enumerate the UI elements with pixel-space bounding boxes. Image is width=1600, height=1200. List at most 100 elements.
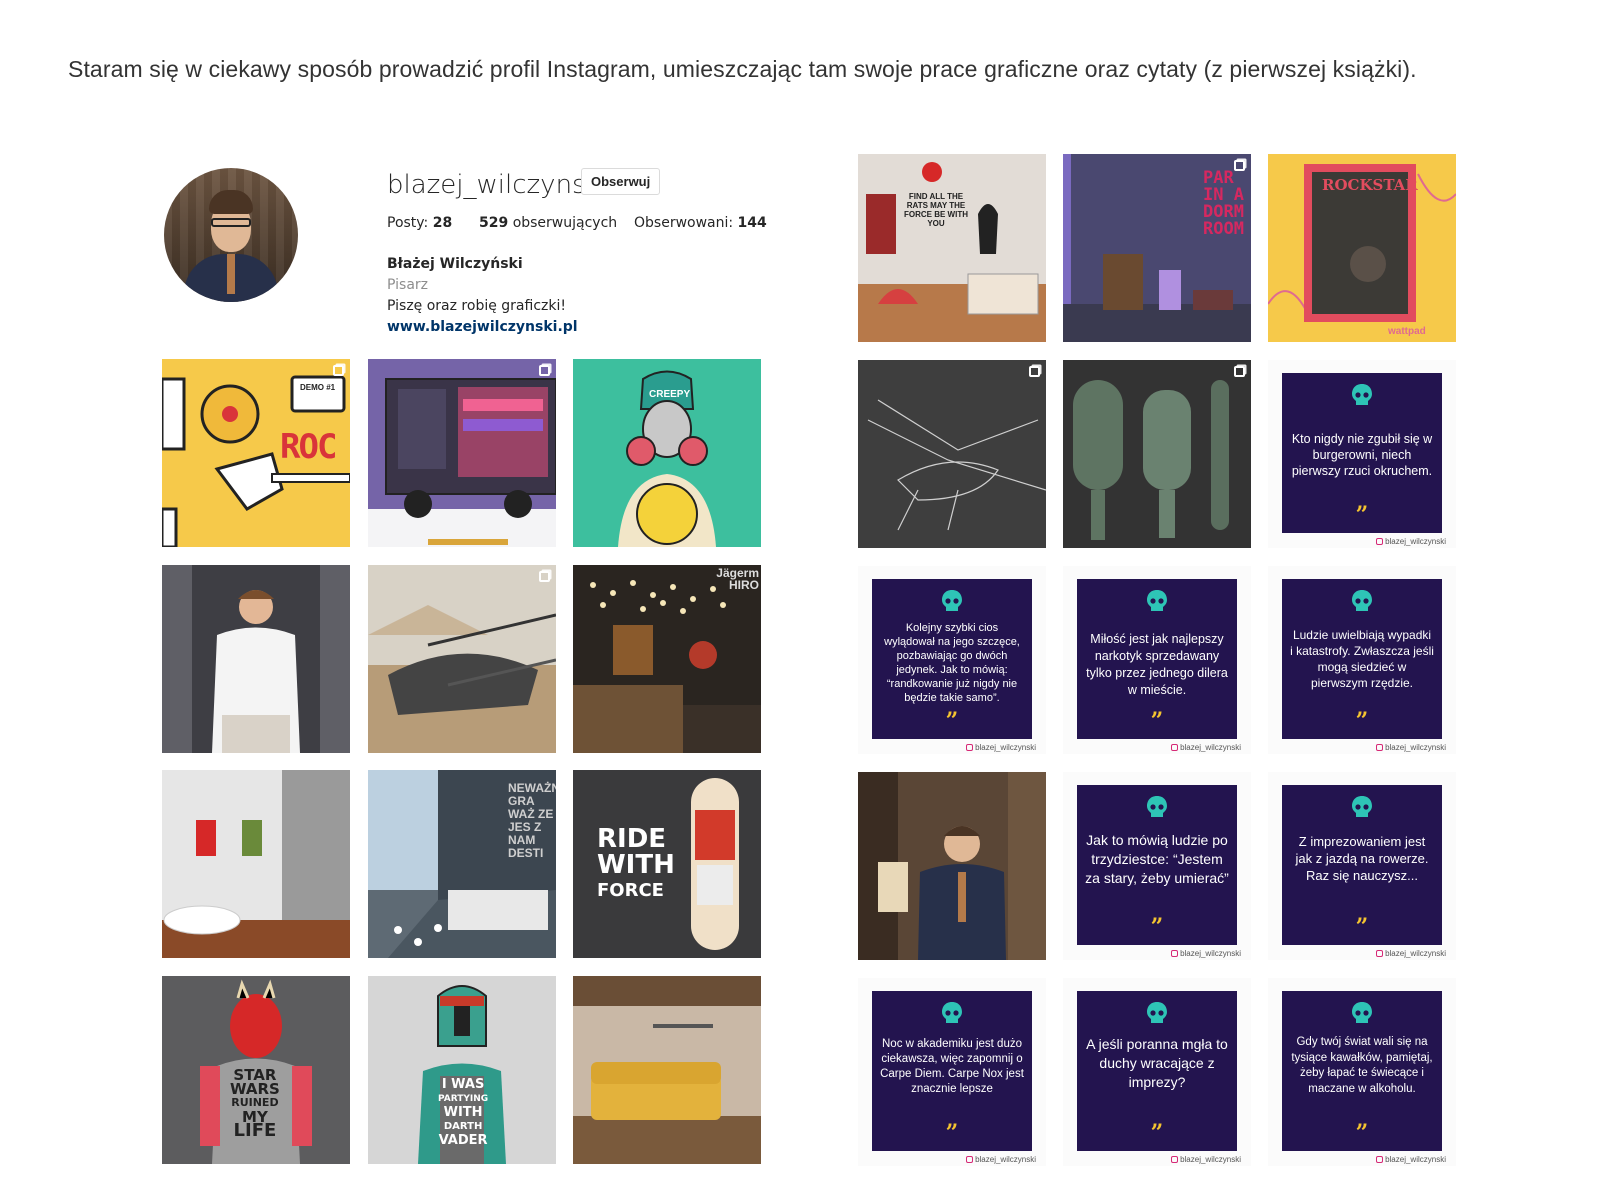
vader-label: I WAS PARTYING WITH DARTH VADER — [438, 1077, 489, 1148]
quote-card: Z imprezowaniem jest jak z jazdą na rowe… — [1282, 785, 1442, 945]
author-suit-photo — [858, 772, 1046, 960]
post-destiny-bedroom[interactable]: NEWAŻNE GRA WAŻ ZE JES Z NAM DESTI — [368, 770, 556, 958]
profile-avatar[interactable] — [164, 168, 298, 302]
instagram-icon — [1171, 744, 1179, 751]
followers-count[interactable]: 529 obserwujących — [479, 215, 617, 231]
skull-icon — [942, 1002, 962, 1023]
quote-card: Miłość jest jak najlepszy narkotyk sprze… — [1077, 579, 1237, 739]
instagram-handle: blazej_wilczynski — [1376, 1155, 1446, 1164]
quote-mark: ” — [1150, 1120, 1164, 1146]
wattpad-label: wattpad — [1388, 326, 1426, 337]
profile-username: blazej_wilczynski — [387, 170, 608, 200]
skull-icon — [1352, 384, 1372, 405]
quote-card: Kto nigdy nie zgubił się w burgerowni, n… — [1282, 373, 1442, 533]
post-rockstar-wattpad[interactable]: ROCKSTAR wattpad — [1268, 154, 1456, 342]
quote-card: Kolejny szybki cios wylądował na jego sz… — [872, 579, 1032, 739]
quote-card: Ludzie uwielbiają wypadki i katastrofy. … — [1282, 579, 1442, 739]
post-yellow-sofa[interactable] — [573, 976, 761, 1164]
quote-text: Z imprezowaniem jest jak z jazdą na rowe… — [1295, 834, 1429, 883]
ride-with-force-label: RIDE WITH FORCE — [597, 824, 675, 901]
bathroom-render — [162, 770, 350, 958]
quote-card: Gdy twój świat wali się na tysiące kawał… — [1282, 991, 1442, 1151]
skull-icon — [1352, 590, 1372, 611]
post-creepy-homer[interactable]: CREEPY — [573, 359, 761, 547]
quote-mark: ” — [1355, 1120, 1369, 1146]
instagram-icon — [1171, 1156, 1179, 1163]
post-wireframe-ship[interactable] — [858, 360, 1046, 548]
quote-post-5[interactable]: Jak to mówią ludzie po trzydziestce: “Je… — [1063, 772, 1251, 960]
post-author-suit[interactable] — [858, 772, 1046, 960]
rats-room-render — [858, 154, 1046, 342]
instagram-handle: blazej_wilczynski — [1376, 949, 1446, 958]
instagram-handle: blazej_wilczynski — [1171, 743, 1241, 752]
quote-text: Jak to mówią ludzie po trzydziestce: “Je… — [1085, 832, 1229, 886]
skull-icon — [1352, 1002, 1372, 1023]
instagram-icon — [1376, 538, 1384, 545]
skull-icon — [942, 590, 962, 611]
instagram-icon — [1376, 1156, 1384, 1163]
instagram-handle: blazej_wilczynski — [1171, 949, 1241, 958]
quote-text: Miłość jest jak najlepszy narkotyk sprze… — [1086, 632, 1228, 697]
quote-card: A jeśli poranna mgła to duchy wracające … — [1077, 991, 1237, 1151]
quote-text: Ludzie uwielbiają wypadki i katastrofy. … — [1290, 628, 1434, 690]
multi-photo-icon — [333, 365, 344, 376]
instagram-handle: blazej_wilczynski — [966, 1155, 1036, 1164]
post-ride-with-force[interactable]: RIDE WITH FORCE — [573, 770, 761, 958]
post-jager-bar[interactable]: Jägerm HIRO — [573, 565, 761, 753]
post-party-truck[interactable] — [368, 359, 556, 547]
instagram-icon — [966, 1156, 974, 1163]
post-party-dorm-room[interactable]: PAR IN A DORM ROOM — [1063, 154, 1251, 342]
multi-photo-icon — [539, 365, 550, 376]
post-green-models[interactable] — [1063, 360, 1251, 548]
instagram-icon — [1376, 744, 1384, 751]
instagram-handle: blazej_wilczynski — [1376, 743, 1446, 752]
multi-photo-icon — [1029, 366, 1040, 377]
post-star-wars-ruined[interactable]: STAR WARS RUINED MY LIFE — [162, 976, 350, 1164]
quote-text: Noc w akademiku jest dużo ciekawsza, wię… — [880, 1038, 1024, 1095]
quote-mark: ” — [1150, 708, 1164, 734]
instagram-handle: blazej_wilczynski — [1171, 1155, 1241, 1164]
instagram-handle: blazej_wilczynski — [1376, 537, 1446, 546]
skull-icon — [1352, 796, 1372, 817]
profile-full-name: Błażej Wilczyński — [387, 256, 523, 272]
instagram-icon — [1171, 950, 1179, 957]
party-wall-text: PAR IN A DORM ROOM — [1203, 168, 1244, 239]
post-darth-vader-party[interactable]: I WAS PARTYING WITH DARTH VADER — [368, 976, 556, 1164]
instagram-icon — [966, 744, 974, 751]
multi-photo-icon — [539, 571, 550, 582]
post-rock-guitar[interactable]: DEMO #1 ROC — [162, 359, 350, 547]
quote-post-1[interactable]: Kto nigdy nie zgubił się w burgerowni, n… — [1268, 360, 1456, 548]
quote-post-8[interactable]: A jeśli poranna mgła to duchy wracające … — [1063, 978, 1251, 1166]
rats-wall-text: FIND ALL THE RATS MAY THE FORCE BE WITH … — [904, 192, 968, 228]
bedroom-wall-text: NEWAŻNE GRA WAŻ ZE JES Z NAM DESTI — [508, 781, 556, 860]
instagram-handle: blazej_wilczynski — [966, 743, 1036, 752]
quote-post-7[interactable]: Noc w akademiku jest dużo ciekawsza, wię… — [858, 978, 1046, 1166]
profile-website-link[interactable]: www.blazejwilczynski.pl — [387, 319, 578, 335]
star-wars-label: STAR WARS RUINED MY LIFE — [230, 1066, 280, 1141]
following-count[interactable]: Obserwowani: 144 — [634, 215, 767, 231]
post-mario-bathroom[interactable] — [162, 770, 350, 958]
post-find-the-rats[interactable]: FIND ALL THE RATS MAY THE FORCE BE WITH … — [858, 154, 1046, 342]
jager-label: Jägerm HIRO — [716, 566, 759, 592]
demo-label: DEMO #1 — [300, 383, 336, 392]
creepy-label: CREEPY — [649, 389, 691, 400]
creepy-character-illustration — [573, 359, 761, 547]
skull-icon — [1147, 1002, 1167, 1023]
multi-photo-icon — [1234, 160, 1245, 171]
post-desert-ship[interactable] — [368, 565, 556, 753]
quote-post-9[interactable]: Gdy twój świat wali się na tysiące kawał… — [1268, 978, 1456, 1166]
quote-text: Gdy twój świat wali się na tysiące kawał… — [1291, 1036, 1433, 1095]
3d-models-render — [1063, 360, 1251, 548]
quote-mark: ” — [945, 708, 959, 734]
post-author-photo[interactable] — [162, 565, 350, 753]
desert-ship-render — [368, 565, 556, 753]
bar-interior-render — [573, 565, 761, 753]
follow-button[interactable]: Obserwuj — [581, 168, 661, 195]
quote-post-3[interactable]: Miłość jest jak najlepszy narkotyk sprze… — [1063, 566, 1251, 754]
quote-post-4[interactable]: Ludzie uwielbiają wypadki i katastrofy. … — [1268, 566, 1456, 754]
quote-post-2[interactable]: Kolejny szybki cios wylądował na jego sz… — [858, 566, 1046, 754]
quote-mark: ” — [1150, 914, 1164, 940]
quote-mark: ” — [1355, 502, 1369, 528]
multi-photo-icon — [1234, 366, 1245, 377]
quote-post-6[interactable]: Z imprezowaniem jest jak z jazdą na rowe… — [1268, 772, 1456, 960]
